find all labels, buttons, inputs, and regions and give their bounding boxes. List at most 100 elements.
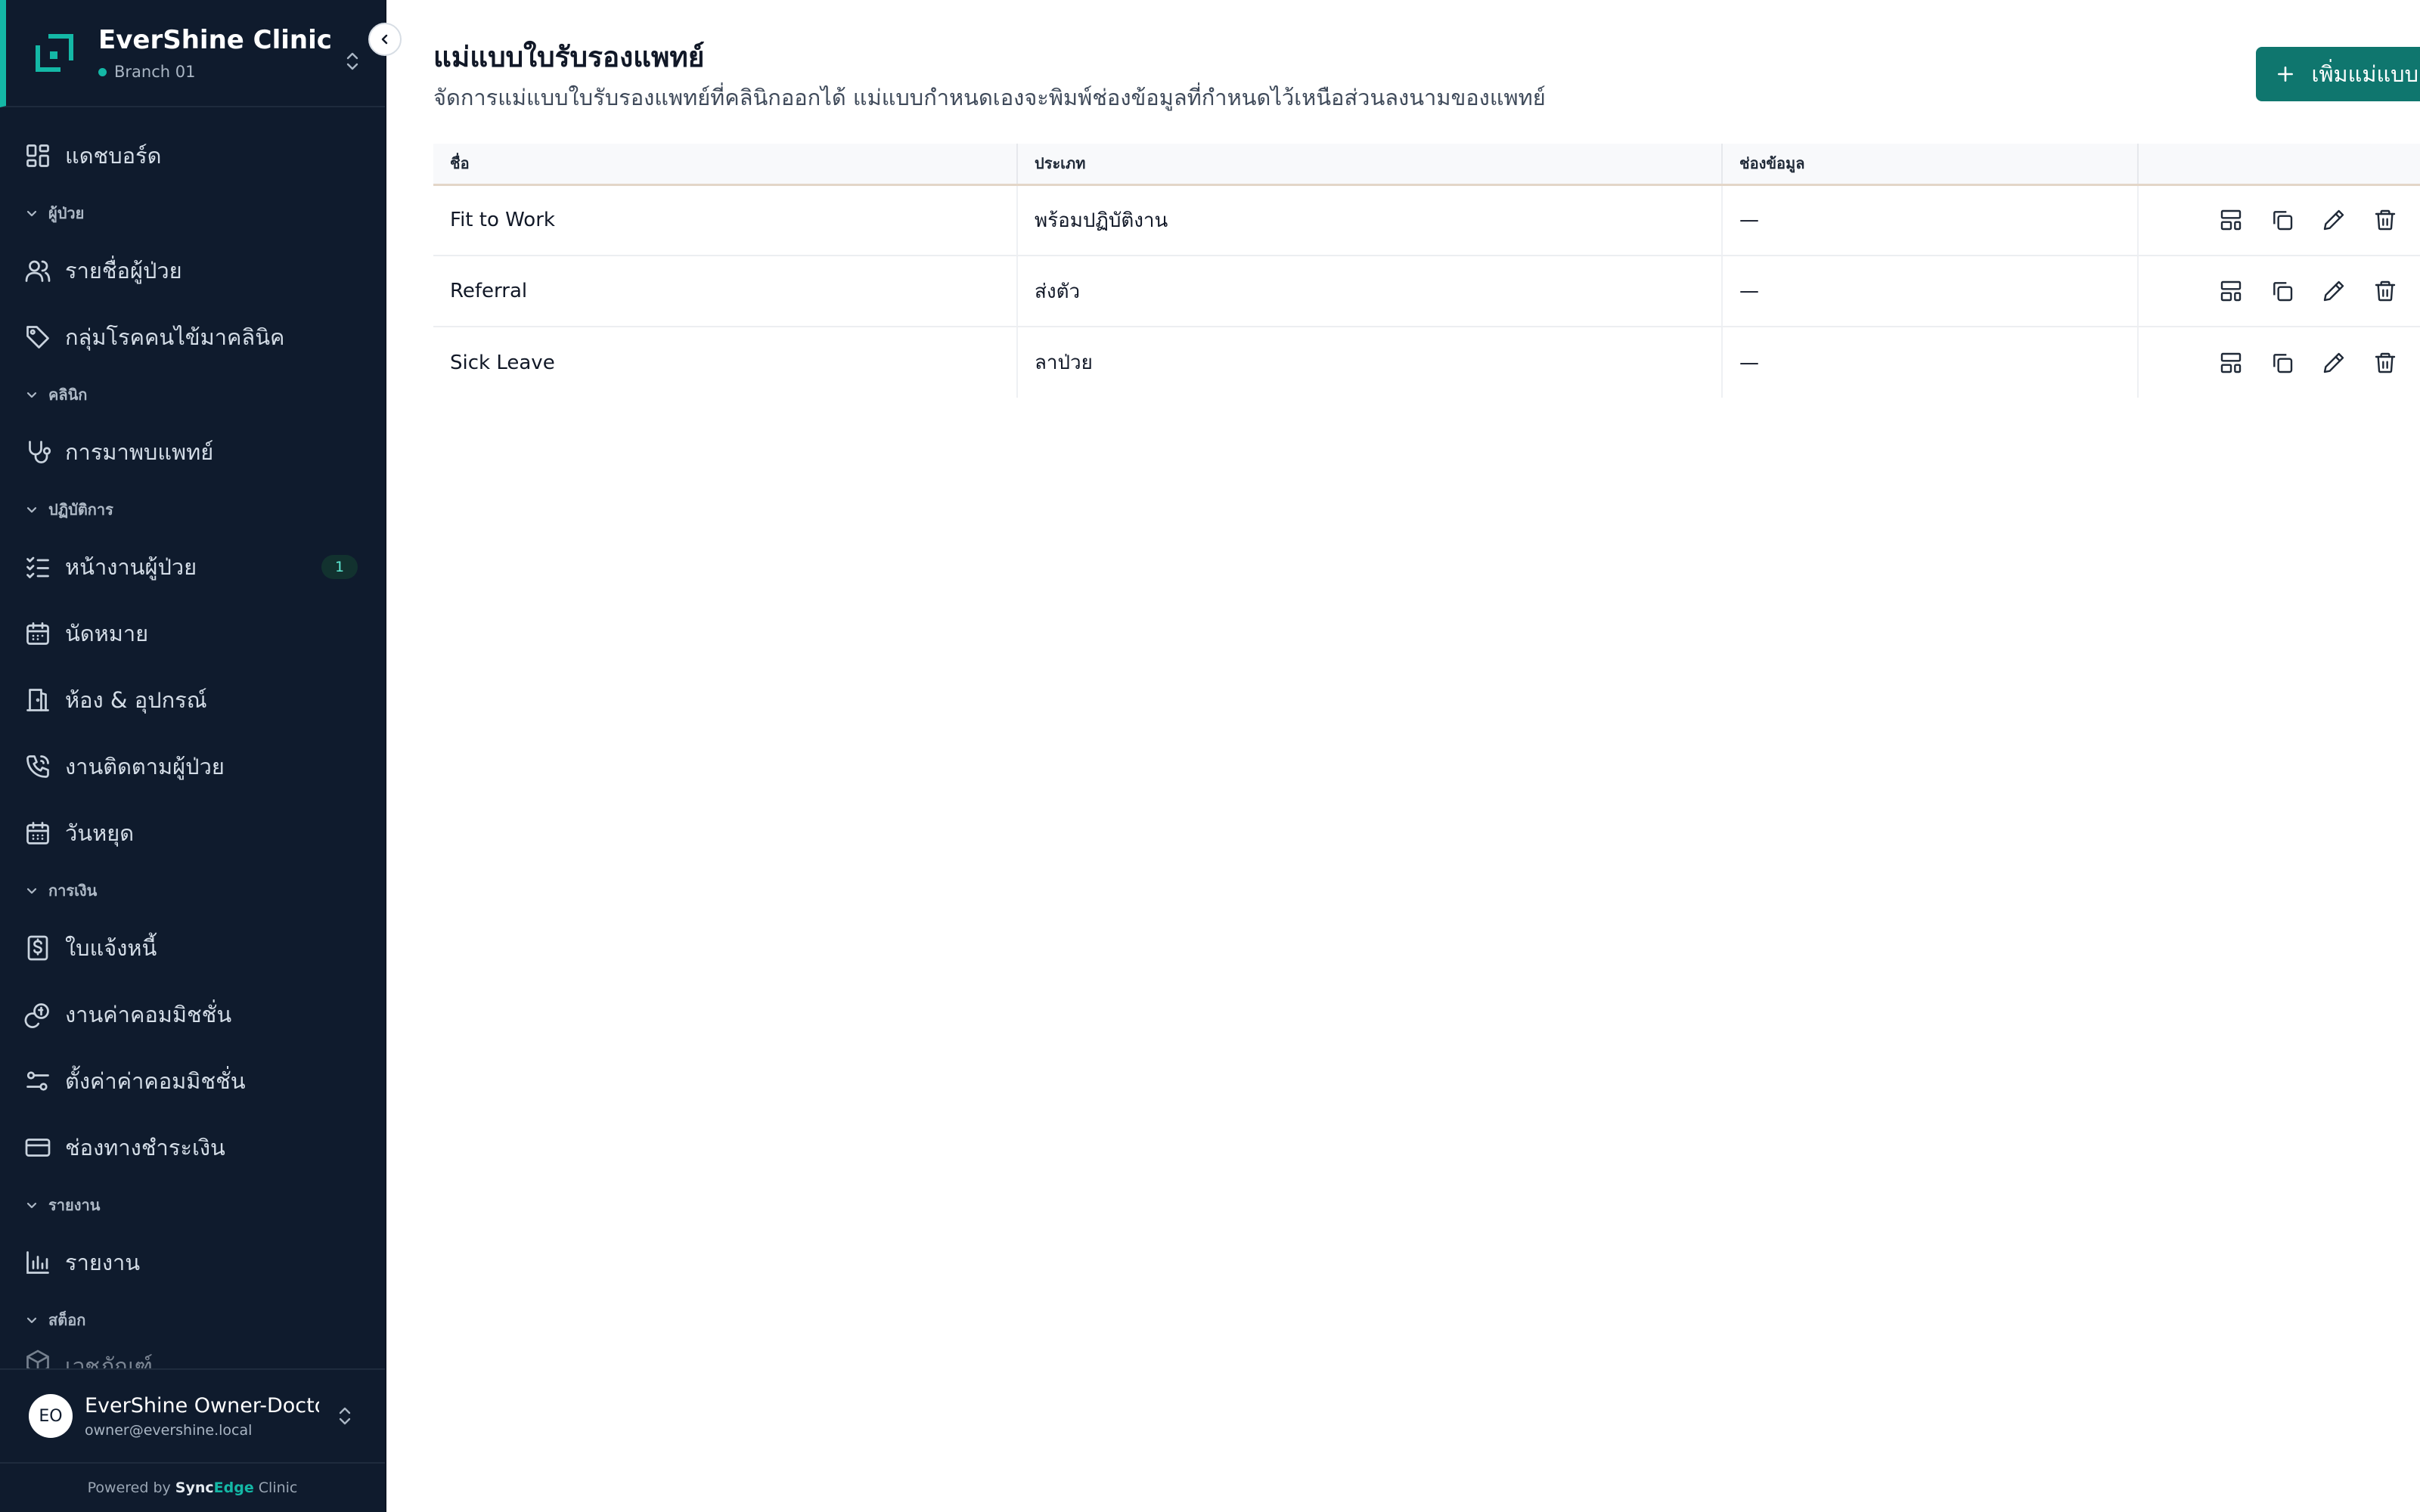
sidebar-item-label: งานติดตามผู้ป่วย — [65, 754, 225, 779]
section-operations[interactable]: ปฏิบัติการ — [0, 485, 385, 534]
add-template-button[interactable]: เพิ่มแม่แบบ — [2255, 47, 2420, 101]
cell-fields: — — [1722, 184, 2139, 257]
brand-edge: Edge — [213, 1479, 254, 1496]
branch-status-dot — [98, 67, 107, 76]
sidebar-footer: EO EverShine Owner-Doctor owner@evershin… — [0, 1368, 385, 1512]
cell-fields: — — [1722, 327, 2139, 398]
sidebar-item-label: ใบแจ้งหนี้ — [65, 935, 157, 961]
sidebar-item-commission-jobs[interactable]: งานค่าคอมมิชชั่น — [0, 981, 385, 1048]
layout-template-icon — [2220, 280, 2242, 302]
sidebar-item-label: รายงาน — [65, 1250, 141, 1275]
layout-template-icon — [2220, 352, 2242, 373]
avatar: EO — [29, 1394, 73, 1438]
sidebar-item-label: นัดหมาย — [65, 621, 149, 646]
sidebar-item-dashboard[interactable]: แดชบอร์ด — [0, 122, 385, 189]
duplicate-button[interactable] — [2269, 206, 2296, 234]
column-header-type[interactable]: ประเภท — [1017, 144, 1723, 185]
branch-label: Branch 01 — [98, 63, 332, 81]
calendar-days-icon — [26, 822, 49, 844]
powered-prefix: Powered by — [87, 1479, 171, 1496]
table-row[interactable]: Referral ส่งตัว — — [433, 256, 2420, 328]
chevron-down-icon — [26, 507, 37, 513]
stethoscope-icon — [29, 441, 51, 463]
cell-name: Fit to Work — [433, 184, 1018, 257]
cell-type: ลาป่วย — [1017, 327, 1723, 398]
section-label: ผู้ป่วย — [48, 204, 85, 222]
table-row[interactable]: Fit to Work พร้อมปฏิบัติงาน — — [433, 184, 2420, 257]
column-header-fields[interactable]: ช่องข้อมูล — [1722, 144, 2139, 185]
section-finance[interactable]: การเงิน — [0, 866, 385, 915]
section-clinic[interactable]: คลินิก — [0, 370, 385, 419]
sidebar-item-appointments[interactable]: นัดหมาย — [0, 600, 385, 667]
section-label: การเงิน — [48, 881, 98, 900]
sidebar-item-patient-list[interactable]: รายชื่อผู้ป่วย — [0, 237, 385, 304]
sidebar-item-disease-groups[interactable]: กลุ่มโรคคนไข้มาคลินิค — [0, 304, 385, 370]
trash-icon — [2375, 280, 2396, 302]
sidebar-item-reports[interactable]: รายงาน — [0, 1229, 385, 1296]
edit-button[interactable] — [2320, 349, 2347, 376]
table-row[interactable]: Sick Leave ลาป่วย — — [433, 327, 2420, 398]
plus-icon — [2277, 67, 2293, 82]
layout-template-button[interactable] — [2217, 349, 2245, 376]
duplicate-button[interactable] — [2269, 277, 2296, 305]
sidebar-item-patient-followup[interactable]: งานติดตามผู้ป่วย — [0, 733, 385, 800]
powered-by: Powered by Sync Edge Clinic — [0, 1464, 385, 1512]
collapse-sidebar-button[interactable] — [368, 23, 402, 56]
sidebar-item-rooms-equipment[interactable]: ห้อง & อุปกรณ์ — [0, 667, 385, 733]
package-icon — [26, 1349, 49, 1368]
clinic-name: EverShine Clinic — [98, 24, 332, 55]
trash-icon — [2375, 352, 2396, 373]
sidebar-item-label: กลุ่มโรคคนไข้มาคลินิค — [65, 324, 285, 350]
sidebar: EverShine Clinic Branch 01 แดชบอร์ด ผู้ป… — [0, 0, 402, 1512]
section-stock[interactable]: สต็อก — [0, 1296, 385, 1344]
cell-actions — [2138, 256, 2420, 328]
sidebar-item-label: ห้อง & อุปกรณ์ — [65, 687, 207, 713]
add-template-label: เพิ่มแม่แบบ — [2311, 61, 2418, 87]
column-header-name[interactable]: ชื่อ — [433, 144, 1018, 185]
app-root: EverShine Clinic Branch 01 แดชบอร์ด ผู้ป… — [0, 0, 2420, 1512]
user-menu-button[interactable]: EO EverShine Owner-Doctor owner@evershin… — [0, 1370, 385, 1464]
calendar-icon — [26, 622, 49, 645]
page-subtitle: จัดการแม่แบบใบรับรองแพทย์ที่คลินิกออกได้… — [433, 85, 1546, 111]
chevron-down-icon — [26, 210, 37, 217]
edit-button[interactable] — [2320, 206, 2347, 234]
door-icon — [26, 689, 49, 711]
section-reports[interactable]: รายงาน — [0, 1181, 385, 1229]
sidebar-item-doctor-visits[interactable]: การมาพบแพทย์ — [0, 419, 385, 485]
receipt-dollar-icon — [27, 935, 48, 961]
section-label: คลินิก — [48, 386, 88, 404]
sidebar-item-label: การมาพบแพทย์ — [65, 439, 214, 465]
pencil-icon — [2323, 210, 2344, 231]
sidebar-item-label: รายชื่อผู้ป่วย — [65, 258, 182, 284]
clinic-logo-icon — [36, 34, 73, 72]
sliders-icon — [26, 1071, 49, 1091]
chevron-down-icon — [26, 1317, 37, 1324]
delete-button[interactable] — [2372, 349, 2399, 376]
templates-table: ชื่อ ประเภท ช่องข้อมูล Fit to Work พร้อม… — [433, 144, 2420, 398]
sidebar-item-holidays[interactable]: วันหยุด — [0, 800, 385, 866]
clinic-switcher[interactable]: EverShine Clinic Branch 01 — [0, 0, 402, 107]
list-checks-icon — [26, 556, 49, 578]
main-content: แม่แบบใบรับรองแพทย์ จัดการแม่แบบใบรับรอง… — [386, 0, 2420, 1512]
sidebar-item-stock-partial[interactable]: เวชภัณฑ์ — [0, 1344, 385, 1368]
sidebar-item-label: ตั้งค่าค่าคอมมิชชั่น — [65, 1068, 246, 1094]
count-badge: 1 — [321, 555, 358, 579]
layout-template-button[interactable] — [2217, 277, 2245, 305]
sidebar-item-label: แดชบอร์ด — [65, 143, 162, 169]
sidebar-item-payment-channels[interactable]: ช่องทางชำระเงิน — [0, 1114, 385, 1181]
edit-button[interactable] — [2320, 277, 2347, 305]
users-icon — [25, 260, 51, 282]
delete-button[interactable] — [2372, 206, 2399, 234]
sidebar-item-invoices[interactable]: ใบแจ้งหนี้ — [0, 915, 385, 981]
sidebar-item-patient-tasks[interactable]: หน้างานผู้ป่วย 1 — [0, 534, 385, 600]
brand-sync: Sync — [175, 1479, 214, 1496]
user-name: EverShine Owner-Doctor — [85, 1393, 319, 1418]
sidebar-item-label: วันหยุด — [65, 820, 135, 846]
section-patients[interactable]: ผู้ป่วย — [0, 189, 385, 237]
credit-card-icon — [25, 1139, 51, 1157]
layout-template-button[interactable] — [2217, 206, 2245, 234]
delete-button[interactable] — [2372, 277, 2399, 305]
cell-type: พร้อมปฏิบัติงาน — [1017, 184, 1723, 257]
sidebar-item-commission-settings[interactable]: ตั้งค่าค่าคอมมิชชั่น — [0, 1048, 385, 1114]
duplicate-button[interactable] — [2269, 349, 2296, 376]
